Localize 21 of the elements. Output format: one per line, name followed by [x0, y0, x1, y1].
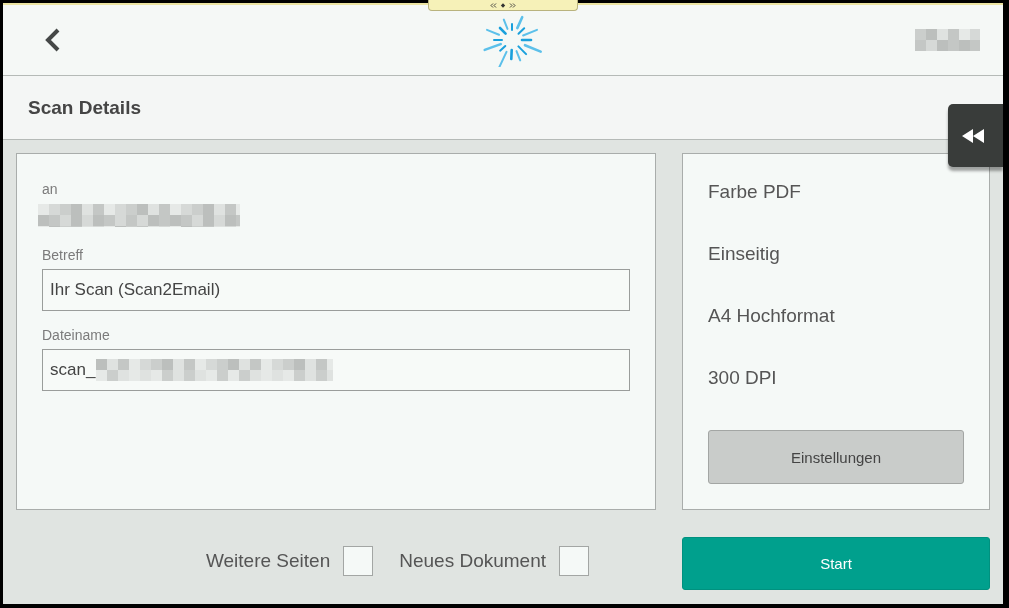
pull-down-handle[interactable] — [428, 0, 578, 11]
setting-value: Einseitig — [708, 243, 780, 265]
setting-value: Farbe PDF — [708, 181, 801, 203]
option-label: Neues Dokument — [399, 549, 546, 572]
setting-value: 300 DPI — [708, 367, 777, 389]
field-label: Dateiname — [42, 327, 110, 343]
checkbox[interactable] — [343, 545, 374, 576]
text-field[interactable]: Ihr Scan (Scan2Email) — [42, 269, 630, 311]
panel-toggle-button[interactable] — [948, 104, 1003, 167]
option-label: Weitere Seiten — [205, 549, 331, 572]
arrows-diamond-icon — [490, 2, 516, 8]
field-label: Betreff — [42, 247, 83, 263]
pixelated-text — [915, 29, 980, 51]
chevron-left-icon — [45, 28, 61, 52]
settings-button[interactable]: Einstellungen — [708, 430, 964, 484]
setting-value: A4 Hochformat — [708, 305, 835, 327]
double-triangle-left-icon — [961, 128, 984, 143]
text-field[interactable]: scan_ — [42, 349, 630, 391]
page-title: Scan Details — [28, 96, 141, 119]
recipient-label: an — [42, 181, 58, 197]
checkbox[interactable] — [559, 545, 589, 576]
